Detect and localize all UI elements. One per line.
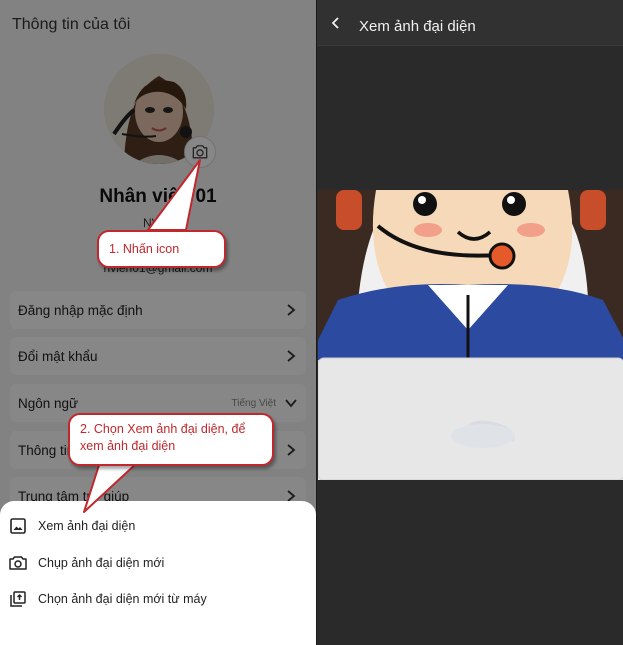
- callout-step-1: 1. Nhấn icon: [97, 230, 226, 268]
- callout-step-2: 2. Chọn Xem ảnh đại diện, để xem ảnh đại…: [68, 413, 274, 466]
- callout-tails: [83, 159, 201, 513]
- screenshot-stage: Thông tin của tôi Nhân viên 01 nvien01@g…: [0, 0, 623, 645]
